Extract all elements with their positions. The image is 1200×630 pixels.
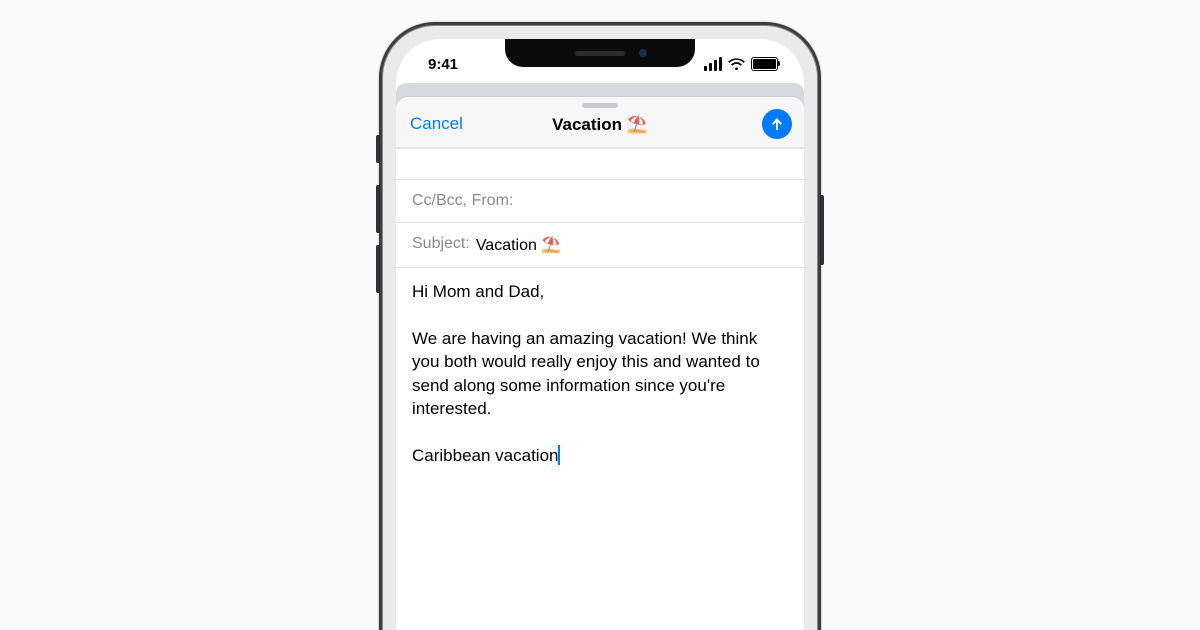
volume-down-button xyxy=(376,245,380,293)
cellular-signal-icon xyxy=(704,57,722,71)
arrow-up-icon xyxy=(769,116,785,132)
compose-nav: Cancel Vacation ⛱️ xyxy=(396,97,804,148)
subject-value: Vacation ⛱️ xyxy=(476,235,561,255)
email-body[interactable]: Hi Mom and Dad, We are having an amazing… xyxy=(396,268,804,630)
sheet-grabber[interactable] xyxy=(582,103,618,108)
volume-up-button xyxy=(376,185,380,233)
cancel-button[interactable]: Cancel xyxy=(410,114,463,134)
cc-bcc-from-label: Cc/Bcc, From: xyxy=(412,192,513,210)
battery-icon xyxy=(751,57,778,71)
notch xyxy=(505,39,695,67)
compose-sheet: Cancel Vacation ⛱️ Cc/Bcc, From: xyxy=(396,97,804,630)
screen: 9:41 xyxy=(396,39,804,630)
to-field-row[interactable] xyxy=(396,148,804,180)
subject-row[interactable]: Subject: Vacation ⛱️ xyxy=(396,223,804,268)
wifi-icon xyxy=(728,58,745,71)
side-button xyxy=(820,195,824,265)
body-current-line: Caribbean vacation xyxy=(412,446,558,465)
text-cursor xyxy=(558,445,560,465)
mute-switch xyxy=(376,135,380,163)
subject-label: Subject: xyxy=(412,235,470,255)
iphone-device-frame: 9:41 xyxy=(379,22,821,630)
status-time: 9:41 xyxy=(418,50,458,73)
compose-title: Vacation ⛱️ xyxy=(552,115,648,135)
cc-bcc-from-row[interactable]: Cc/Bcc, From: xyxy=(396,180,804,223)
body-paragraph: We are having an amazing vacation! We th… xyxy=(412,329,765,418)
body-greeting: Hi Mom and Dad, xyxy=(412,282,544,301)
send-button[interactable] xyxy=(762,109,792,139)
